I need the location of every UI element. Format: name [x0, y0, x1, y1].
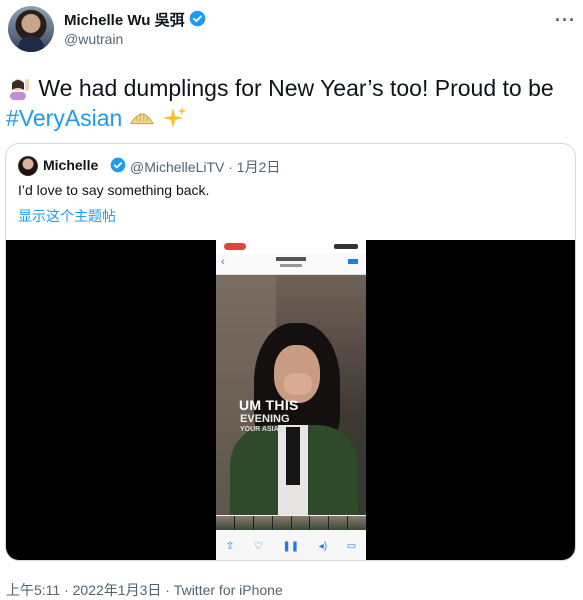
phone-status-bar [216, 240, 366, 254]
video-thumbnail-strip [216, 516, 366, 530]
quoted-author-name[interactable]: Michelle [43, 157, 98, 173]
dumpling-emoji-icon [129, 113, 154, 125]
quoted-tweet[interactable]: Michelle @MichelleLiTV · 1月2日 I’d love t… [5, 143, 576, 561]
author-name[interactable]: Michelle Wu 吳弭 [64, 9, 185, 30]
video-frame: UM THIS EVENING YOUR ASIAN [216, 275, 366, 515]
video-caption: UM THIS [239, 397, 299, 413]
show-thread-link[interactable]: 显示这个主题帖 [18, 206, 116, 226]
verified-badge-icon [189, 10, 206, 27]
chevron-left-icon: ‹ [221, 256, 225, 268]
video-player[interactable]: ‹ UM THIS EVENING YOUR ASIAN ⇧ ♡ ❚❚ ◂) ▭ [6, 240, 575, 560]
quoted-handle-date[interactable]: @MichelleLiTV · 1月2日 [130, 157, 280, 177]
quoted-author-avatar[interactable] [18, 156, 38, 176]
phone-toolbar: ⇧ ♡ ❚❚ ◂) ▭ [216, 530, 366, 560]
heart-icon: ♡ [253, 540, 263, 552]
phone-screen-recording: ‹ UM THIS EVENING YOUR ASIAN ⇧ ♡ ❚❚ ◂) ▭ [216, 240, 366, 560]
tweet-timestamp[interactable]: 上午5:11 · 2022年1月3日 · Twitter for iPhone [6, 580, 283, 600]
pause-icon: ❚❚ [282, 540, 300, 552]
more-options-icon[interactable]: ··· [555, 10, 576, 31]
hashtag-link[interactable]: #VeryAsian [6, 105, 122, 131]
tweet-main-text: We had dumplings for New Year’s too! Pro… [38, 75, 554, 101]
quoted-text: I’d love to say something back. [18, 182, 210, 198]
phone-nav-bar: ‹ [216, 254, 366, 275]
raising-hand-emoji-icon [10, 79, 29, 100]
author-handle[interactable]: @wutrain [64, 31, 123, 47]
volume-icon: ◂) [318, 540, 328, 552]
video-caption: YOUR ASIAN [240, 426, 284, 433]
tweet-text: We had dumplings for New Year’s too! Pro… [6, 73, 576, 133]
video-caption: EVENING [240, 413, 290, 425]
author-avatar[interactable] [8, 6, 54, 52]
trash-icon: ▭ [346, 540, 357, 552]
verified-badge-icon [110, 157, 126, 173]
share-icon: ⇧ [225, 540, 235, 552]
sparkles-emoji-icon [163, 107, 187, 128]
